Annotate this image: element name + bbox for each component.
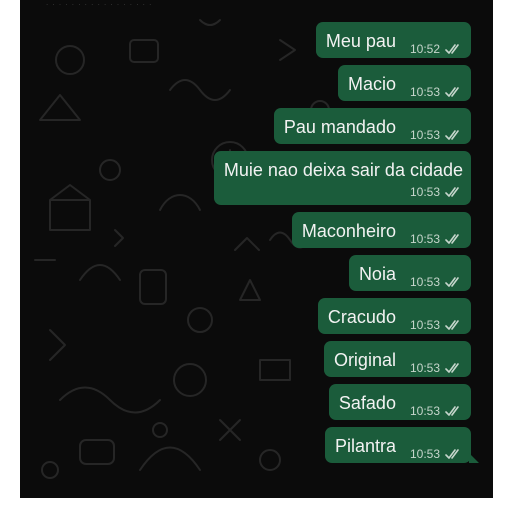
top-edge-fragment: . . . . . . . . . . . . . . . . . [46,0,153,6]
message-time: 10:53 [409,85,440,99]
outgoing-message[interactable]: Maconheiro 10:53 [291,212,471,248]
message-meta: 10:53 [410,275,463,289]
message-text: Pau mandado [283,117,396,137]
double-check-icon [445,276,463,288]
double-check-icon [445,186,463,198]
outgoing-message[interactable]: Original 10:53 [323,341,471,377]
message-meta: 10:53 [410,361,463,375]
message-meta: 10:53 [410,404,463,418]
outgoing-message[interactable]: Safado 10:53 [328,384,471,420]
double-check-icon [445,319,463,331]
message-meta: 10:53 [410,128,463,142]
double-check-icon [445,233,463,245]
outgoing-message[interactable]: Muie nao deixa sair da cidade 10:53 [213,151,471,205]
outgoing-message[interactable]: Cracudo 10:53 [317,298,471,334]
message-text: Cracudo [327,307,396,327]
message-time: 10:53 [409,232,440,246]
double-check-icon [445,405,463,417]
outgoing-message[interactable]: Pau mandado 10:53 [273,108,471,144]
message-meta: 10:53 [410,318,463,332]
message-meta: 10:53 [410,447,463,461]
message-list[interactable]: Meu pau 10:52 Macio 10:53 Pau mandado 10… [213,22,480,470]
message-time: 10:53 [409,275,440,289]
message-time: 10:53 [409,361,440,375]
message-text: Meu pau [325,31,396,51]
message-meta: 10:53 [410,185,463,199]
message-text: Pilantra [334,436,396,456]
outgoing-message[interactable]: Meu pau 10:52 [315,22,471,58]
double-check-icon [445,86,463,98]
message-time: 10:52 [409,42,440,56]
outgoing-message[interactable]: Noia 10:53 [348,255,471,291]
message-text: Maconheiro [301,221,396,241]
double-check-icon [445,448,463,460]
message-text: Macio [347,74,396,94]
outgoing-message[interactable]: Pilantra 10:53 [324,427,480,463]
message-time: 10:53 [409,404,440,418]
double-check-icon [445,362,463,374]
message-time: 10:53 [409,185,440,199]
double-check-icon [445,129,463,141]
message-meta: 10:52 [410,42,463,56]
message-time: 10:53 [409,447,440,461]
message-text: Original [333,350,396,370]
message-text: Noia [358,264,396,284]
double-check-icon [445,43,463,55]
message-text: Muie nao deixa sair da cidade [223,160,463,180]
message-text: Safado [338,393,396,413]
outgoing-message[interactable]: Macio 10:53 [337,65,471,101]
message-meta: 10:53 [410,85,463,99]
chat-window: . . . . . . . . . . . . . . . . . Meu pa… [20,0,493,498]
message-meta: 10:53 [410,232,463,246]
message-time: 10:53 [409,128,440,142]
message-time: 10:53 [409,318,440,332]
